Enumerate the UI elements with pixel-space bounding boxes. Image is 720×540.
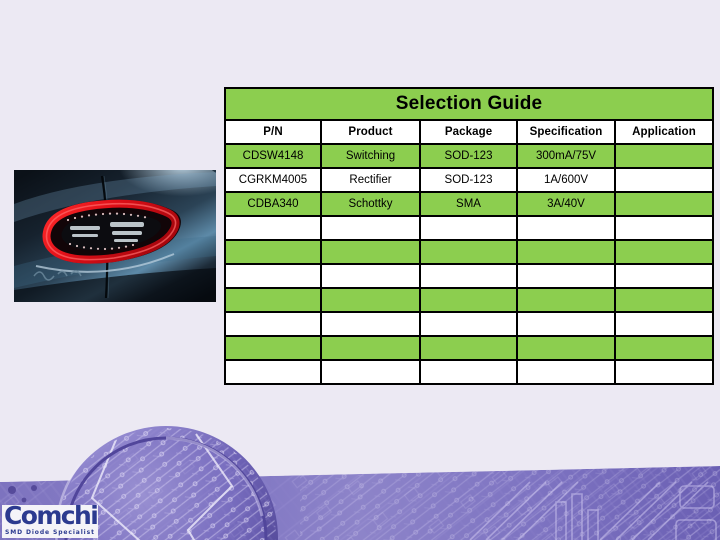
table-cell: [614, 311, 714, 337]
table-cell: 300mA/75V: [516, 143, 616, 169]
car-taillight-photo: [14, 170, 216, 302]
table-cell: [614, 263, 714, 289]
table-cell: Schottky: [320, 191, 421, 217]
table-cell: [224, 287, 322, 313]
table-cell: [516, 215, 616, 241]
table-cell: [614, 335, 714, 361]
column-header-pn: P/N: [224, 119, 322, 145]
table-cell: [320, 215, 421, 241]
table-cell: [224, 215, 322, 241]
table-body: CDSW4148 Switching SOD-123 300mA/75V CGRKM4…: [224, 143, 714, 385]
column-header-specification: Specification: [516, 119, 616, 145]
table-cell: [320, 311, 421, 337]
table-row: [224, 311, 714, 337]
table-cell: 3A/40V: [516, 191, 616, 217]
table-cell: [614, 239, 714, 265]
table-cell: [320, 239, 421, 265]
table-cell: [320, 287, 421, 313]
table-cell: SMA: [419, 191, 518, 217]
selection-guide-table: Selection Guide P/N Product Package Spec…: [224, 87, 714, 385]
table-cell: Switching: [320, 143, 421, 169]
table-row: [224, 287, 714, 313]
logo-wordmark: Comchip: [4, 505, 98, 530]
table-row: CDBA340 Schottky SMA 3A/40V: [224, 191, 714, 217]
table-cell: [320, 335, 421, 361]
footer-artwork: [0, 390, 720, 540]
table-cell: [614, 215, 714, 241]
table-cell: [224, 359, 322, 385]
table-cell: [516, 359, 616, 385]
table-cell: SOD-123: [419, 167, 518, 193]
table-cell: [419, 359, 518, 385]
table-cell: [224, 239, 322, 265]
table-cell: [614, 191, 714, 217]
table-row: [224, 359, 714, 385]
table-cell: [516, 287, 616, 313]
table-cell: [614, 287, 714, 313]
table-cell: [224, 311, 322, 337]
table-cell: [614, 167, 714, 193]
table-cell: [419, 263, 518, 289]
table-cell: [224, 335, 322, 361]
table-cell: [419, 335, 518, 361]
table-cell: [614, 143, 714, 169]
table-title-row: Selection Guide: [224, 87, 714, 121]
table-cell: CDBA340: [224, 191, 322, 217]
table-cell: [419, 287, 518, 313]
table-row: [224, 239, 714, 265]
table-cell: [419, 239, 518, 265]
table-cell: [320, 359, 421, 385]
page-title: Selection Guide: [224, 87, 714, 121]
table-cell: CGRKM4005: [224, 167, 322, 193]
table-cell: SOD-123: [419, 143, 518, 169]
table-cell: Rectifier: [320, 167, 421, 193]
column-header-package: Package: [419, 119, 518, 145]
table-cell: [614, 359, 714, 385]
circuit-wafer-graphic: [0, 426, 720, 540]
table-cell: [320, 263, 421, 289]
table-header-row: P/N Product Package Specification Applic…: [224, 119, 714, 145]
table-cell: [224, 263, 322, 289]
table-row: CGRKM4005 Rectifier SOD-123 1A/600V: [224, 167, 714, 193]
column-header-product: Product: [320, 119, 421, 145]
table-row: [224, 215, 714, 241]
column-header-application: Application: [614, 119, 714, 145]
table-cell: CDSW4148: [224, 143, 322, 169]
table-cell: [516, 239, 616, 265]
table-cell: [516, 263, 616, 289]
table-row: [224, 263, 714, 289]
table-cell: [419, 311, 518, 337]
table-row: [224, 335, 714, 361]
car-taillight-illustration: [14, 170, 216, 302]
table-cell: [419, 215, 518, 241]
table-cell: [516, 311, 616, 337]
table-row: CDSW4148 Switching SOD-123 300mA/75V: [224, 143, 714, 169]
logo-tagline: SMD Diode Specialist: [5, 529, 95, 536]
table-cell: [516, 335, 616, 361]
comchip-logo: Comchip SMD Diode Specialist: [2, 505, 98, 538]
table-cell: 1A/600V: [516, 167, 616, 193]
